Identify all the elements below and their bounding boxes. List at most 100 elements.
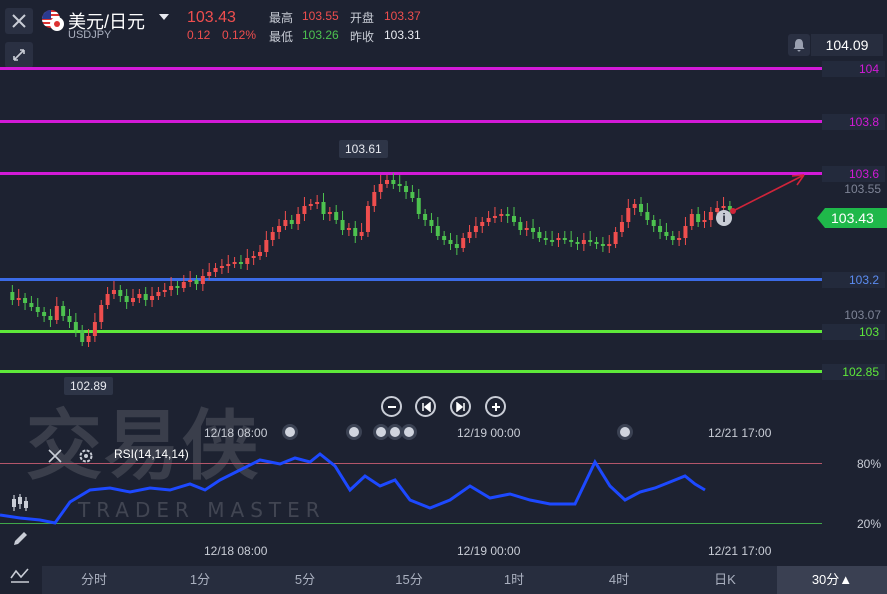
candle-body [156,292,161,296]
candle-body [346,228,351,230]
candle-body [207,272,212,276]
candle-body [423,214,428,220]
candle-body [404,186,409,192]
indicator-button[interactable] [5,562,35,588]
candle-body [124,296,129,302]
candle-body [194,280,199,284]
candle-body [448,240,453,244]
candle-body [200,276,205,284]
candle-body [416,198,421,214]
high-marker-tooltip: 103.61 [339,140,388,158]
candle-body [270,232,275,240]
timeframe-30m[interactable]: 30分▲ [777,566,887,594]
candle-body [512,216,516,222]
candle-body [111,290,116,294]
draw-tool-button[interactable] [5,526,35,552]
candle-body [99,305,104,322]
time-axis-label-1: 12/18 08:00 [204,426,268,440]
candle-body [277,226,282,232]
zoom-out-icon [387,405,396,408]
candle-body [708,212,713,220]
step-back-icon [421,401,431,412]
candle-body [658,226,663,232]
candle-body [340,220,345,230]
candle-body [588,240,593,242]
step-forward-button[interactable] [450,396,471,417]
event-marker[interactable] [617,424,633,440]
time-axis-label-2: 12/19 00:00 [457,426,521,440]
candle-body [480,222,485,226]
candle-body [435,226,440,236]
candle-body [232,262,237,264]
candle-body [226,264,231,266]
step-forward-icon [455,401,465,412]
candle-body [677,238,682,240]
timeframe-1h[interactable]: 1时 [476,566,552,594]
candle-body [16,298,21,300]
event-marker[interactable] [401,424,417,440]
candle-body [537,232,542,238]
candle-body [626,208,631,222]
event-marker[interactable] [346,424,362,440]
candle-body [575,242,580,244]
candle-body [664,232,669,236]
candle-body [702,220,707,222]
rsi-upper-label: 80% [856,457,881,471]
pencil-icon [14,532,27,545]
trend-arrow-line[interactable] [732,174,805,212]
candle-body [359,232,364,236]
candle-body [429,220,434,226]
candlestick-chart[interactable] [0,0,887,400]
rsi-time-label-1: 12/18 08:00 [204,544,268,558]
timeframe-daily[interactable]: 日K [687,566,763,594]
candle-body [105,294,110,305]
rsi-time-label-2: 12/19 00:00 [457,544,521,558]
timeframe-15m[interactable]: 15分 [371,566,447,594]
timeframe-4h[interactable]: 4时 [581,566,657,594]
event-marker[interactable] [282,424,298,440]
candle-body [258,252,262,256]
candle-body [442,236,447,240]
candle-body [150,296,155,300]
rsi-time-label-3: 12/21 17:00 [708,544,772,558]
candle-body [35,307,40,312]
candle-body [238,262,243,264]
candle-body [289,220,294,224]
candle-body [454,244,459,248]
candle-body [308,204,313,206]
timeframe-bar: 分时 1分 5分 15分 1时 4时 日K 30分▲ [42,566,887,594]
timeframe-5m[interactable]: 5分 [267,566,343,594]
info-icon[interactable]: i [716,210,732,226]
candle-body [492,216,497,218]
time-axis-label-3: 12/21 17:00 [708,426,772,440]
zoom-out-button[interactable] [381,396,402,417]
candle-body [327,212,332,214]
candle-body [54,306,59,320]
candle-type-button[interactable] [5,490,35,516]
candle-body [245,258,250,264]
candle-body [639,204,643,212]
candle-body [365,206,370,232]
timeframe-tick[interactable]: 分时 [56,566,132,594]
candle-body [118,290,123,296]
candle-body [143,294,148,300]
candle-body [29,303,34,307]
zoom-in-button[interactable] [485,396,506,417]
candle-body [410,192,415,198]
candle-body [296,214,301,224]
candle-body [607,244,612,246]
candle-body [48,316,53,320]
candle-body [524,228,529,230]
timeframe-1m[interactable]: 1分 [162,566,238,594]
candle-body [594,242,599,244]
step-back-button[interactable] [415,396,436,417]
candle-body [619,222,624,232]
candle-body [169,286,174,290]
candle-body [67,316,72,322]
candle-body [569,240,574,242]
candle-body [696,214,701,222]
candle-body [162,290,167,292]
candles-icon [12,494,28,511]
rsi-lower-label: 20% [856,517,881,531]
candle-body [80,330,85,342]
